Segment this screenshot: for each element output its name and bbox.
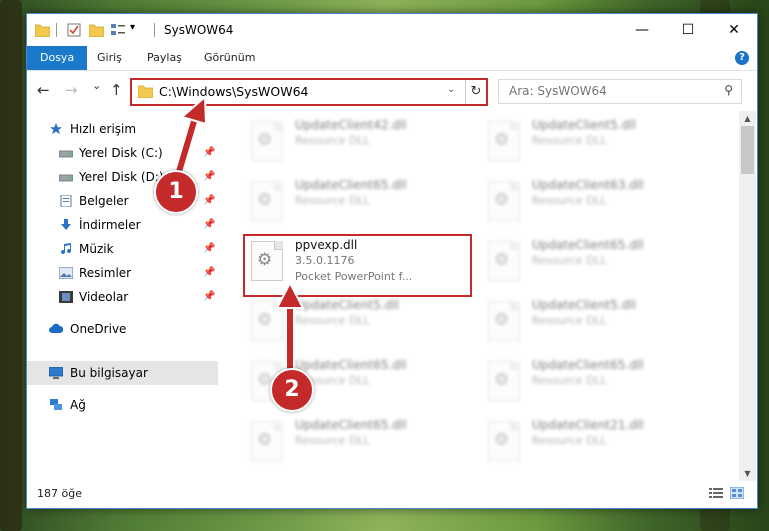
- arrow-1: [173, 94, 208, 180]
- annotation-badge-1: 1: [154, 170, 198, 214]
- annotation-arrows: [173, 94, 305, 375]
- annotation-badge-2: 2: [270, 368, 314, 412]
- arrow-2: [275, 280, 305, 375]
